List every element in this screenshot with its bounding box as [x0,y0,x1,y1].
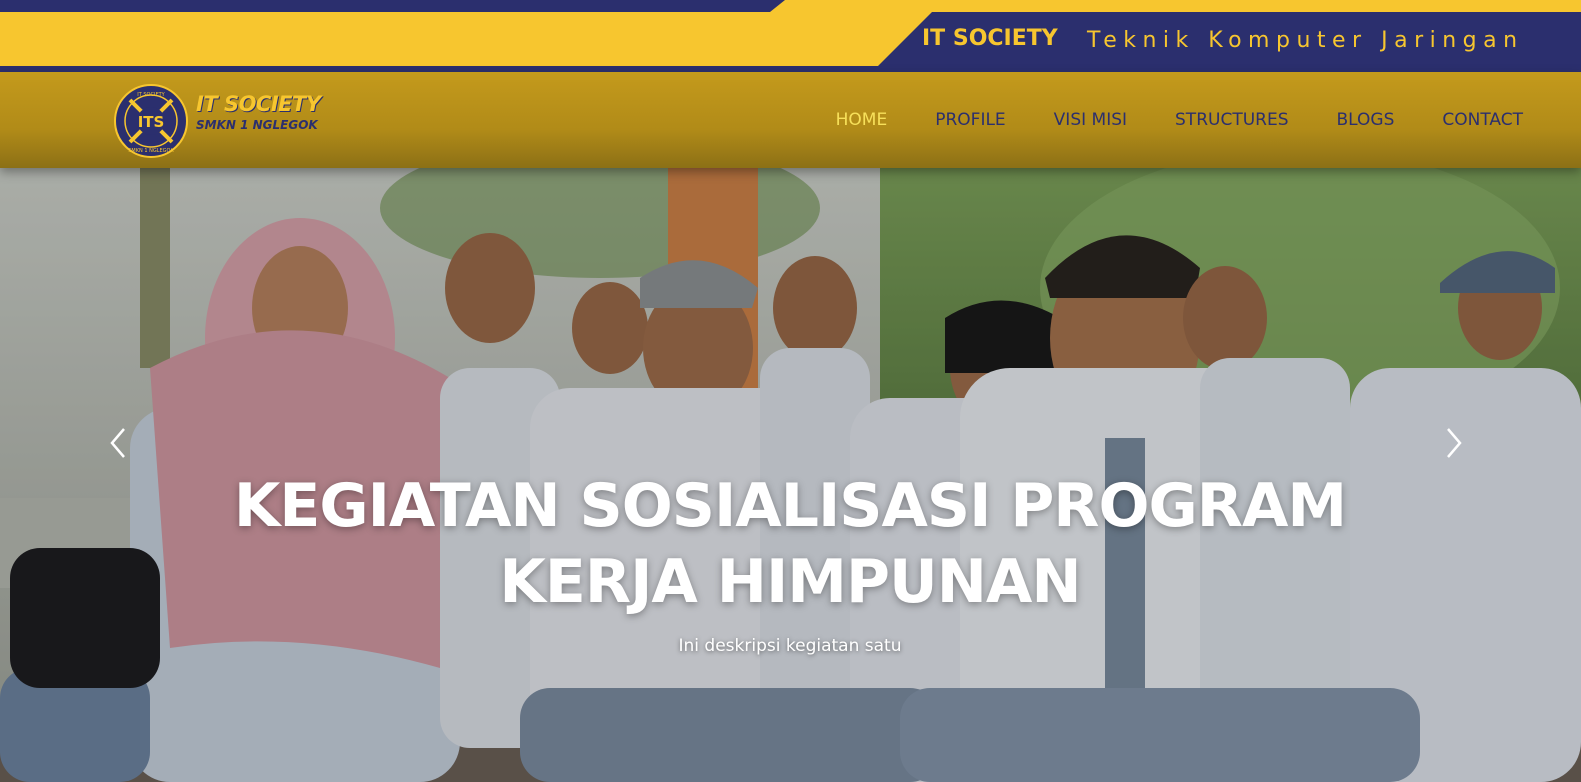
nav-item-structures[interactable]: STRUCTURES [1175,110,1288,130]
hero-carousel: KEGIATAN SOSIALISASI PROGRAM KERJA HIMPU… [0,168,1581,782]
nav-item-blogs[interactable]: BLOGS [1337,110,1395,130]
logo-badge-ring-top: IT SOCIETY [137,92,165,98]
hero-description: Ini deskripsi kegiatan satu [678,636,902,656]
logo-badge-ring-bottom: SMKN 1 NGLEGOK [128,148,174,154]
hero-caption: KEGIATAN SOSIALISASI PROGRAM KERJA HIMPU… [190,468,1390,656]
nav-item-visi-misi[interactable]: VISI MISI [1054,110,1127,130]
chevron-left-icon [110,428,125,458]
page: IT SOCIETY Teknik Komputer Jaringan ITS … [0,0,1581,782]
nav-menu: HOME PROFILE VISI MISI STRUCTURES BLOGS … [788,72,1523,168]
banner-tagline: Teknik Komputer Jaringan [1087,28,1524,53]
nav-item-home[interactable]: HOME [836,110,888,130]
carousel-next-button[interactable] [1438,423,1468,463]
nav-item-profile[interactable]: PROFILE [935,110,1005,130]
carousel-prev-button[interactable] [104,423,134,463]
logo-text: IT SOCIETY SMKN 1 NGLEGOK [196,92,326,132]
logo-subtitle: SMKN 1 NGLEGOK [196,118,318,132]
chevron-right-icon [1447,428,1462,458]
logo-badge-icon: ITS IT SOCIETY SMKN 1 NGLEGOK [114,84,188,158]
banner-brand: IT SOCIETY [922,26,1058,51]
nav-item-contact[interactable]: CONTACT [1442,110,1523,130]
navbar: ITS IT SOCIETY SMKN 1 NGLEGOK IT SOCIETY… [0,72,1581,168]
logo-badge-initials: ITS [138,113,165,131]
site-logo[interactable]: ITS IT SOCIETY SMKN 1 NGLEGOK IT SOCIETY… [114,84,324,160]
top-banner: IT SOCIETY Teknik Komputer Jaringan [0,0,1581,72]
logo-title: IT SOCIETY [196,92,321,116]
hero-title: KEGIATAN SOSIALISASI PROGRAM KERJA HIMPU… [233,471,1347,617]
